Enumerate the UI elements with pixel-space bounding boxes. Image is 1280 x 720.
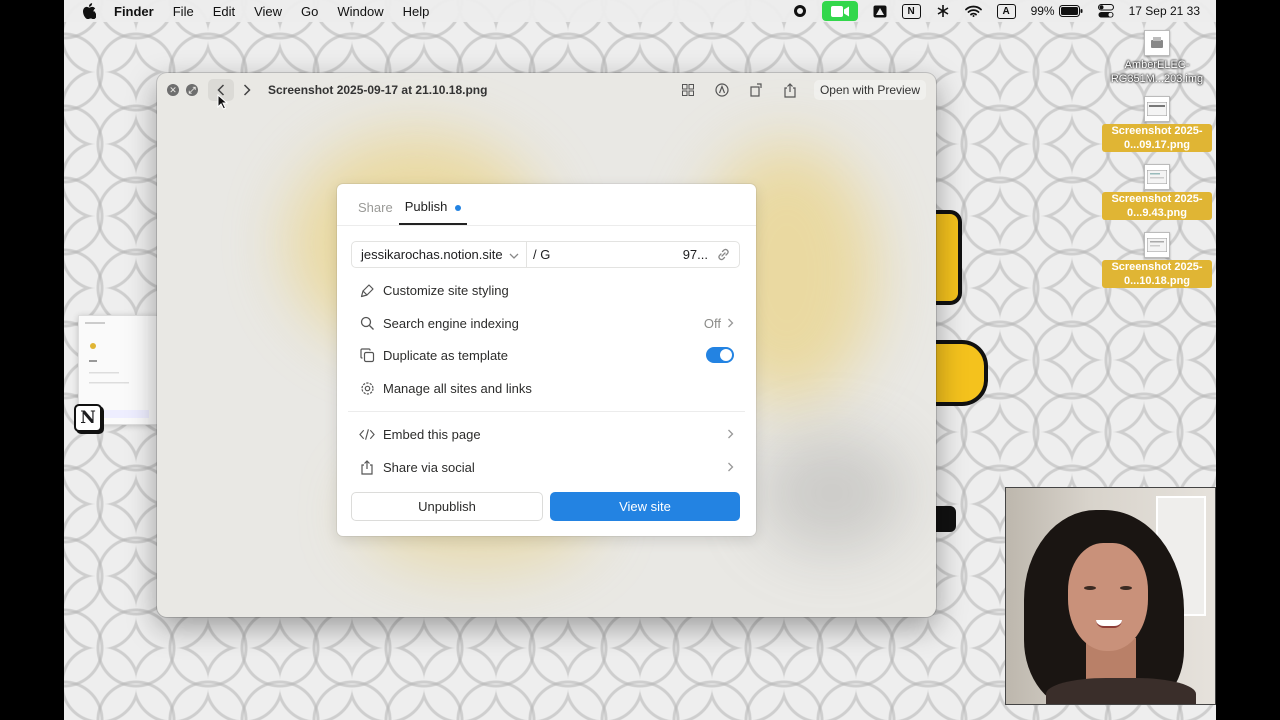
desktop-file-screenshot-3[interactable]: Screenshot 2025-0...10.18.png [1102, 232, 1212, 288]
chevron-right-icon [728, 429, 734, 439]
unpublish-button[interactable]: Unpublish [351, 492, 543, 521]
webcam-overlay [1005, 487, 1216, 705]
menu-app-finder[interactable]: Finder [114, 4, 154, 19]
share-icon [359, 459, 375, 475]
webcam-person-face [1068, 543, 1148, 651]
chevron-right-icon [728, 318, 734, 328]
menu-help[interactable]: Help [403, 4, 430, 19]
desktop-file-screenshot-1[interactable]: Screenshot 2025-0...09.17.png [1102, 96, 1212, 152]
option-share-social[interactable]: Share via social [359, 455, 734, 479]
desktop-file-label: AmberELEC-RG351M...203.img [1110, 59, 1204, 85]
slug-input[interactable]: / G 97... [527, 247, 739, 262]
menu-clock[interactable]: 17 Sep 21 33 [1129, 4, 1200, 18]
duplicate-template-toggle[interactable] [706, 347, 734, 363]
option-label: Duplicate as template [383, 347, 509, 363]
tab-publish[interactable]: Publish [398, 199, 468, 225]
menu-window[interactable]: Window [337, 4, 383, 19]
fullscreen-button[interactable]: ⤢ [186, 84, 198, 96]
perplexity-icon[interactable] [936, 4, 950, 18]
notion-app-icon[interactable]: N [74, 404, 102, 432]
indexing-value: Off [703, 315, 721, 331]
battery-indicator[interactable]: 99% [1031, 4, 1083, 18]
blurred-background [757, 433, 907, 553]
webcam-person [1046, 678, 1196, 704]
facetime-icon[interactable] [821, 1, 858, 21]
input-source-icon[interactable]: A [996, 3, 1016, 19]
view-site-button[interactable]: View site [550, 492, 740, 521]
quicklook-title: Screenshot 2025-09-17 at 21.10.18.png [268, 83, 488, 97]
desktop-file-label: Screenshot 2025-0...9.43.png [1102, 192, 1212, 220]
menu-edit[interactable]: Edit [213, 4, 235, 19]
markup-icon[interactable] [712, 80, 732, 100]
domain-select[interactable]: jessikarochas.notion.site [352, 242, 527, 267]
status-dot [455, 204, 462, 211]
domain-value: jessikarochas.notion.site [361, 247, 503, 262]
chevron-right-icon [243, 84, 251, 96]
gear-icon [359, 380, 375, 396]
image-file-icon [1144, 96, 1170, 122]
rotate-icon[interactable] [746, 80, 766, 100]
menu-bar: Finder File Edit View Go Window Help N A… [64, 0, 1216, 22]
menu-file[interactable]: File [173, 4, 194, 19]
image-file-icon [1144, 232, 1170, 258]
wallpaper-decoration [936, 340, 988, 406]
chevron-down-icon [509, 247, 519, 262]
notion-menu-icon[interactable]: N [901, 3, 921, 19]
webcam-person [1096, 620, 1122, 628]
desktop-file-screenshot-2[interactable]: Screenshot 2025-0...9.43.png [1102, 164, 1212, 220]
option-label: Customize site styling [383, 282, 509, 298]
search-icon [359, 315, 375, 331]
brush-icon [359, 282, 375, 298]
link-icon[interactable] [716, 247, 731, 262]
slug-suffix: 97... [682, 247, 708, 262]
option-label: Search engine indexing [383, 315, 519, 331]
option-customize-styling[interactable]: Customize site styling [359, 278, 734, 302]
option-label: Share via social [383, 459, 475, 475]
chevron-right-icon [728, 462, 734, 472]
duplicate-icon [359, 347, 375, 363]
panel-tabs: Share Publish [337, 184, 756, 226]
slug-value: / G [533, 247, 551, 262]
quicklook-titlebar: ✕ ⤢ Screenshot 2025-09-17 at 21.10.18.pn… [157, 73, 936, 107]
forward-button[interactable] [234, 79, 260, 101]
option-embed-page[interactable]: Embed this page [359, 422, 734, 446]
drive-icon[interactable] [873, 5, 887, 18]
close-button[interactable]: ✕ [167, 84, 179, 96]
menu-go[interactable]: Go [301, 4, 318, 19]
tab-publish-label: Publish [404, 199, 448, 214]
grid-icon[interactable] [678, 80, 698, 100]
webcam-person [1084, 586, 1096, 590]
control-center-icon[interactable] [1097, 4, 1114, 18]
code-icon [359, 426, 375, 442]
wallpaper-decoration [936, 210, 962, 305]
record-icon[interactable] [793, 4, 807, 18]
image-file-icon [1144, 164, 1170, 190]
share-icon[interactable] [780, 80, 800, 100]
mouse-cursor-icon [217, 93, 229, 115]
option-manage-sites[interactable]: Manage all sites and links [359, 376, 734, 400]
wallpaper-decoration [936, 506, 956, 532]
divider [348, 411, 745, 412]
disk-image-icon [1144, 30, 1170, 56]
option-search-indexing[interactable]: Search engine indexing Off [359, 311, 734, 335]
menu-view[interactable]: View [254, 4, 282, 19]
wifi-icon[interactable] [964, 5, 982, 17]
publish-panel: Share Publish jessikarochas.notion.site … [337, 184, 756, 536]
apple-icon[interactable] [82, 3, 100, 19]
desktop-file-label: Screenshot 2025-0...10.18.png [1102, 260, 1212, 288]
option-duplicate-template: Duplicate as template [359, 343, 734, 367]
tab-share[interactable]: Share [352, 200, 399, 225]
option-label: Embed this page [383, 426, 481, 442]
battery-percent: 99% [1030, 4, 1055, 18]
site-url-field: jessikarochas.notion.site / G 97... [351, 241, 740, 268]
webcam-person [1120, 586, 1132, 590]
desktop-file-label: Screenshot 2025-0...09.17.png [1102, 124, 1212, 152]
option-label: Manage all sites and links [383, 380, 532, 396]
open-with-preview-button[interactable]: Open with Preview [813, 80, 926, 100]
desktop-file-amberelec[interactable]: AmberELEC-RG351M...203.img [1102, 30, 1212, 86]
